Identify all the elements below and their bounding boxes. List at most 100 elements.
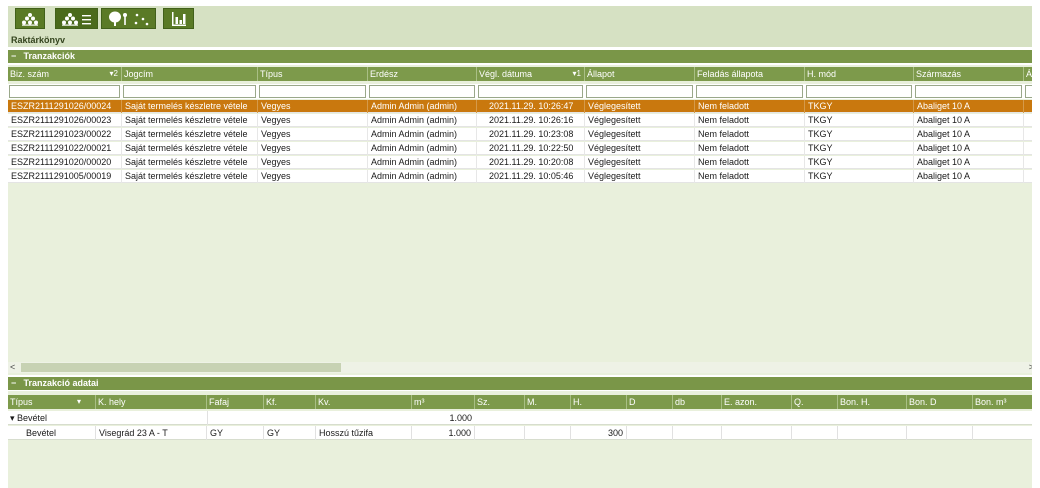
filter-input[interactable] — [1026, 86, 1032, 97]
column-header[interactable]: Típus ▾ — [8, 395, 96, 409]
column-header[interactable]: Fafaj — [207, 395, 264, 409]
horizontal-scrollbar[interactable]: < > — [8, 362, 1032, 373]
table-cell: ESZR2111291026/00024 — [8, 100, 122, 113]
column-header[interactable]: Erdész — [368, 67, 477, 81]
column-header[interactable]: H. — [571, 395, 627, 409]
column-header[interactable]: db — [673, 395, 722, 409]
table-cell: 2021.11.29. 10:22:50 — [477, 142, 585, 155]
column-header-label: M. — [527, 397, 537, 407]
table-cell: 2021.11.29. 10:26:47 — [477, 100, 585, 113]
column-header[interactable]: Bon. H. — [838, 395, 907, 409]
column-header[interactable]: Bon. D — [907, 395, 973, 409]
warehouse-icon — [22, 12, 38, 26]
filter-input[interactable] — [10, 86, 119, 97]
column-header[interactable]: m³ — [412, 395, 475, 409]
collapse-icon[interactable]: − — [11, 377, 21, 390]
column-header-label: Származás — [916, 69, 962, 79]
group-m3-total: 1.000 — [449, 413, 472, 423]
filter-input[interactable] — [260, 86, 365, 97]
column-header[interactable]: Kf. — [264, 395, 316, 409]
scroll-left-icon[interactable]: < — [10, 362, 15, 373]
collapse-icon[interactable]: − — [11, 50, 21, 63]
transactions-panel-header[interactable]: − Tranzakciók — [8, 50, 1032, 63]
toolbar-strip — [8, 6, 1032, 33]
table-cell: Admin Admin (admin) — [368, 156, 477, 169]
column-header-label: Végl. dátuma — [479, 69, 533, 79]
table-cell — [722, 426, 792, 440]
column-header[interactable]: Feladás állapota — [695, 67, 805, 81]
table-cell — [1024, 100, 1032, 113]
table-row[interactable]: ESZR2111291023/00022 Saját termelés készl… — [8, 128, 1032, 141]
column-header[interactable]: Kv. — [316, 395, 412, 409]
chart-button[interactable] — [163, 8, 194, 29]
chart-icon — [171, 11, 186, 26]
group-row[interactable]: ▾ Bevétel 1.000 — [8, 411, 1032, 425]
filter-input[interactable] — [697, 86, 802, 97]
column-header[interactable]: Állapot — [585, 67, 695, 81]
filter-input[interactable] — [807, 86, 911, 97]
expand-icon[interactable]: ▾ — [10, 413, 17, 423]
column-header[interactable]: E. azon. — [722, 395, 792, 409]
table-cell: Admin Admin (admin) — [368, 170, 477, 183]
filter-input[interactable] — [370, 86, 474, 97]
transactions-panel-title: Tranzakciók — [23, 51, 76, 61]
table-row[interactable]: ESZR2111291020/00020 Saját termelés készl… — [8, 156, 1032, 169]
column-header[interactable]: D — [627, 395, 673, 409]
column-header[interactable]: Q. — [792, 395, 838, 409]
table-cell — [1024, 142, 1032, 155]
column-header[interactable]: M. — [525, 395, 571, 409]
table-cell: Véglegesített — [585, 100, 695, 113]
column-header-label: Kf. — [266, 397, 278, 407]
table-cell: 300 — [571, 426, 627, 440]
filter-cell[interactable] — [915, 85, 1022, 98]
filter-cell[interactable] — [1025, 85, 1032, 98]
table-cell: 2021.11.29. 10:05:46 — [477, 170, 585, 183]
filter-cell[interactable] — [696, 85, 803, 98]
warehouse-button[interactable] — [15, 8, 45, 29]
table-cell: Nem feladott — [695, 114, 805, 127]
details-column-headers: Típus ▾ K. hely Fafaj Kf. Kv. m³ Sz. M. H. Ddb E. a… — [8, 395, 1032, 409]
warehouse-list-icon — [61, 12, 91, 26]
column-header[interactable]: Származás — [914, 67, 1024, 81]
filter-input[interactable] — [916, 86, 1021, 97]
scrollbar-thumb[interactable] — [21, 363, 341, 372]
table-cell: 2021.11.29. 10:20:08 — [477, 156, 585, 169]
forest-button[interactable] — [101, 8, 156, 29]
filter-cell[interactable] — [806, 85, 912, 98]
table-row[interactable]: ESZR2111291005/00019 Saját termelés készl… — [8, 170, 1032, 183]
table-row[interactable]: Bevétel Visegrád 23 A - T GY GY Hosszú tűzif… — [8, 426, 1032, 440]
sort-indicator-icon[interactable]: ▾2 — [110, 67, 118, 81]
column-header[interactable]: Típus — [258, 67, 368, 81]
column-header[interactable]: Sz. — [475, 395, 525, 409]
table-row[interactable]: ESZR2111291022/00021 Saját termelés készl… — [8, 142, 1032, 155]
column-header[interactable]: K. hely — [96, 395, 207, 409]
table-cell: Nem feladott — [695, 100, 805, 113]
sort-indicator-icon[interactable]: ▾ — [77, 395, 81, 409]
details-panel-header[interactable]: − Tranzakció adatai — [8, 377, 1032, 390]
column-header[interactable]: Biz. szám ▾2 — [8, 67, 122, 81]
column-header[interactable]: H. mód — [805, 67, 914, 81]
column-header[interactable]: Átr — [1024, 67, 1032, 81]
column-header-label: Q. — [794, 397, 804, 407]
sort-indicator-icon[interactable]: ▾1 — [573, 67, 581, 81]
table-row[interactable]: ESZR2111291026/00024 Saját termelés készl… — [8, 100, 1032, 113]
filter-cell[interactable] — [478, 85, 583, 98]
filter-cell[interactable] — [259, 85, 366, 98]
table-cell: Nem feladott — [695, 170, 805, 183]
scroll-right-icon[interactable]: > — [1029, 362, 1032, 373]
filter-input[interactable] — [124, 86, 255, 97]
column-header[interactable]: Bon. m³ — [973, 395, 1032, 409]
table-cell: ESZR2111291023/00022 — [8, 128, 122, 141]
transactions-grid: Biz. szám ▾2 Jogcím Típus Erdész Végl. dátuma… — [8, 65, 1032, 375]
filter-cell[interactable] — [586, 85, 693, 98]
warehouse-list-button[interactable] — [55, 8, 98, 29]
filter-cell[interactable] — [369, 85, 475, 98]
table-cell: Vegyes — [258, 142, 368, 155]
filter-cell[interactable] — [9, 85, 120, 98]
filter-input[interactable] — [587, 86, 692, 97]
column-header[interactable]: Végl. dátuma ▾1 — [477, 67, 585, 81]
column-header[interactable]: Jogcím — [122, 67, 258, 81]
filter-cell[interactable] — [123, 85, 256, 98]
filter-input[interactable] — [479, 86, 582, 97]
table-row[interactable]: ESZR2111291026/00023 Saját termelés készl… — [8, 114, 1032, 127]
